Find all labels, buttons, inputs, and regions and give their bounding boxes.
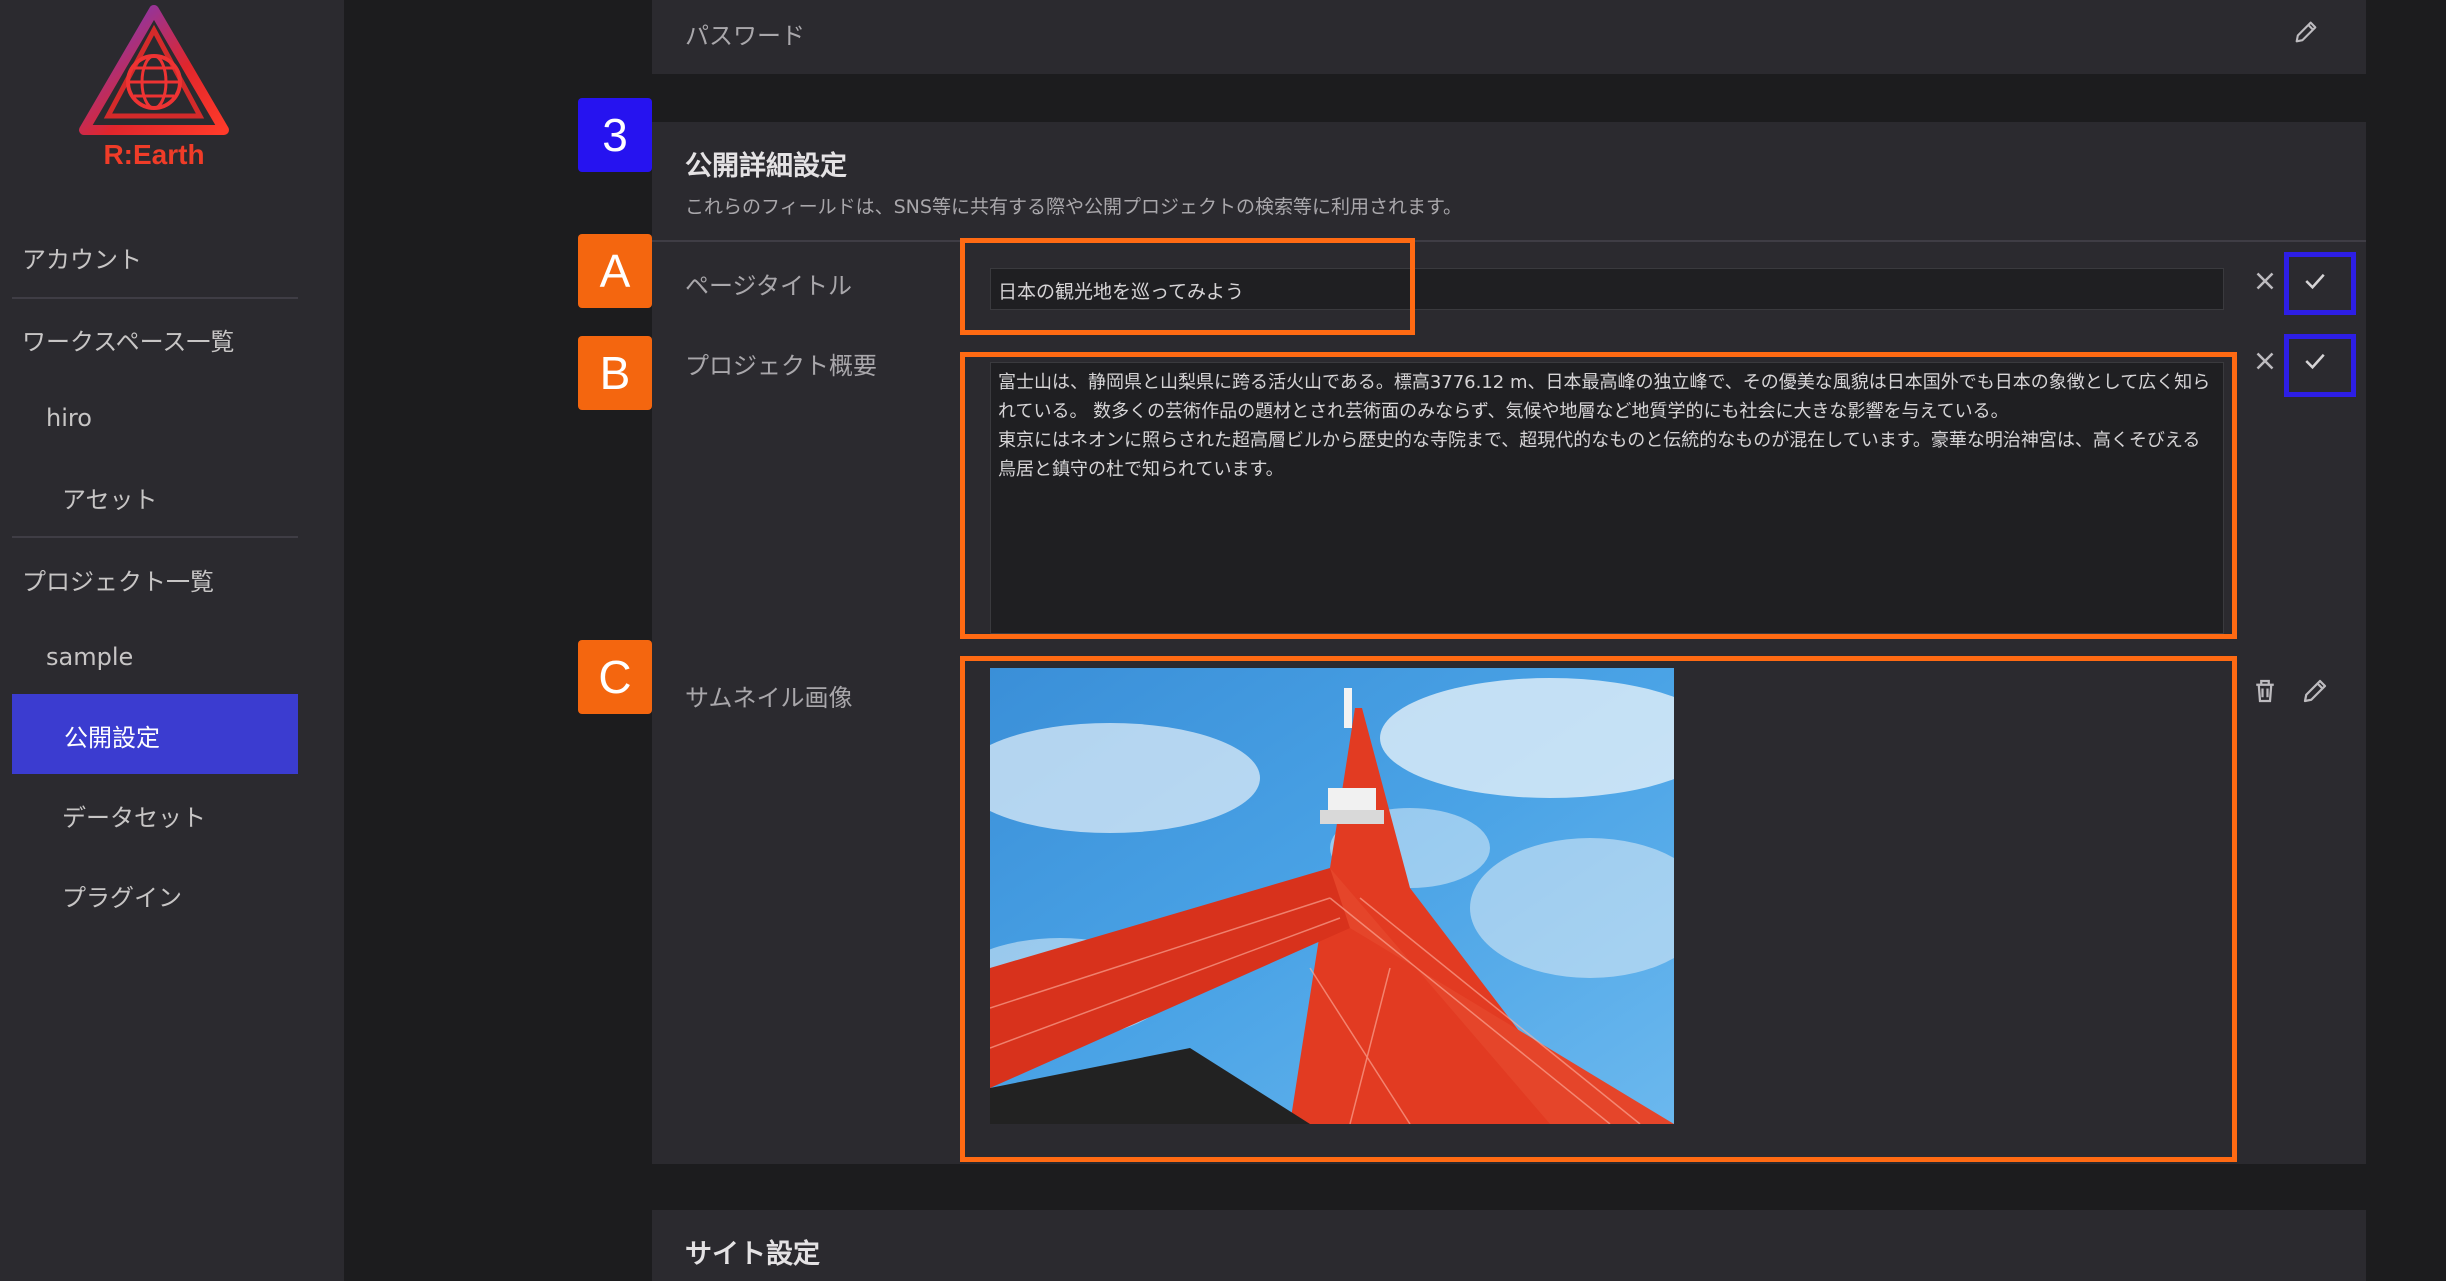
site-settings-section: サイト設定 bbox=[652, 1210, 2366, 1281]
section-title: 公開詳細設定 bbox=[685, 151, 847, 182]
sidebar-item-label: 公開設定 bbox=[64, 724, 160, 752]
sidebar-item-project-sample[interactable]: sample bbox=[46, 643, 133, 671]
sidebar-divider bbox=[12, 536, 298, 538]
pencil-icon[interactable] bbox=[2292, 18, 2320, 46]
project-summary-label: プロジェクト概要 bbox=[685, 352, 877, 380]
section-divider bbox=[652, 240, 2366, 242]
highlight-confirm-summary bbox=[2284, 334, 2356, 397]
sidebar-item-workspace-hiro[interactable]: hiro bbox=[46, 404, 92, 432]
brand-name: R:Earth bbox=[103, 139, 204, 170]
sidebar-item-assets[interactable]: アセット bbox=[62, 480, 158, 515]
cancel-icon[interactable] bbox=[2250, 346, 2280, 376]
reearth-logo[interactable]: R:Earth bbox=[78, 4, 230, 174]
highlight-c bbox=[960, 656, 2237, 1162]
section-title: サイト設定 bbox=[685, 1239, 820, 1270]
sidebar: R:Earth アカウント ワークスペース一覧 hiro アセット プロジェクト… bbox=[0, 0, 344, 1281]
highlight-confirm-title bbox=[2284, 252, 2356, 315]
cancel-icon[interactable] bbox=[2250, 266, 2280, 296]
marker-b: B bbox=[578, 336, 652, 410]
marker-c: C bbox=[578, 640, 652, 714]
section-description: これらのフィールドは、SNS等に共有する際や公開プロジェクトの検索等に利用されま… bbox=[685, 196, 1463, 218]
sidebar-item-plugins[interactable]: プラグイン bbox=[62, 878, 182, 913]
password-label: パスワード bbox=[685, 22, 805, 50]
sidebar-item-projects[interactable]: プロジェクト一覧 bbox=[22, 562, 214, 597]
trash-icon[interactable] bbox=[2250, 676, 2280, 706]
highlight-a bbox=[960, 238, 1415, 335]
sidebar-divider bbox=[12, 297, 298, 299]
marker-a: A bbox=[578, 234, 652, 308]
sidebar-item-public-settings[interactable]: 公開設定 bbox=[12, 694, 298, 774]
sidebar-item-workspaces[interactable]: ワークスペース一覧 bbox=[22, 322, 234, 357]
step-marker-3: 3 bbox=[578, 98, 652, 172]
thumbnail-label: サムネイル画像 bbox=[685, 684, 853, 712]
page-title-label: ページタイトル bbox=[685, 272, 853, 300]
password-section: パスワード bbox=[652, 0, 2366, 74]
highlight-b bbox=[960, 352, 2237, 639]
pencil-icon[interactable] bbox=[2300, 676, 2330, 706]
sidebar-item-account[interactable]: アカウント bbox=[22, 240, 142, 275]
sidebar-item-datasets[interactable]: データセット bbox=[62, 798, 206, 833]
